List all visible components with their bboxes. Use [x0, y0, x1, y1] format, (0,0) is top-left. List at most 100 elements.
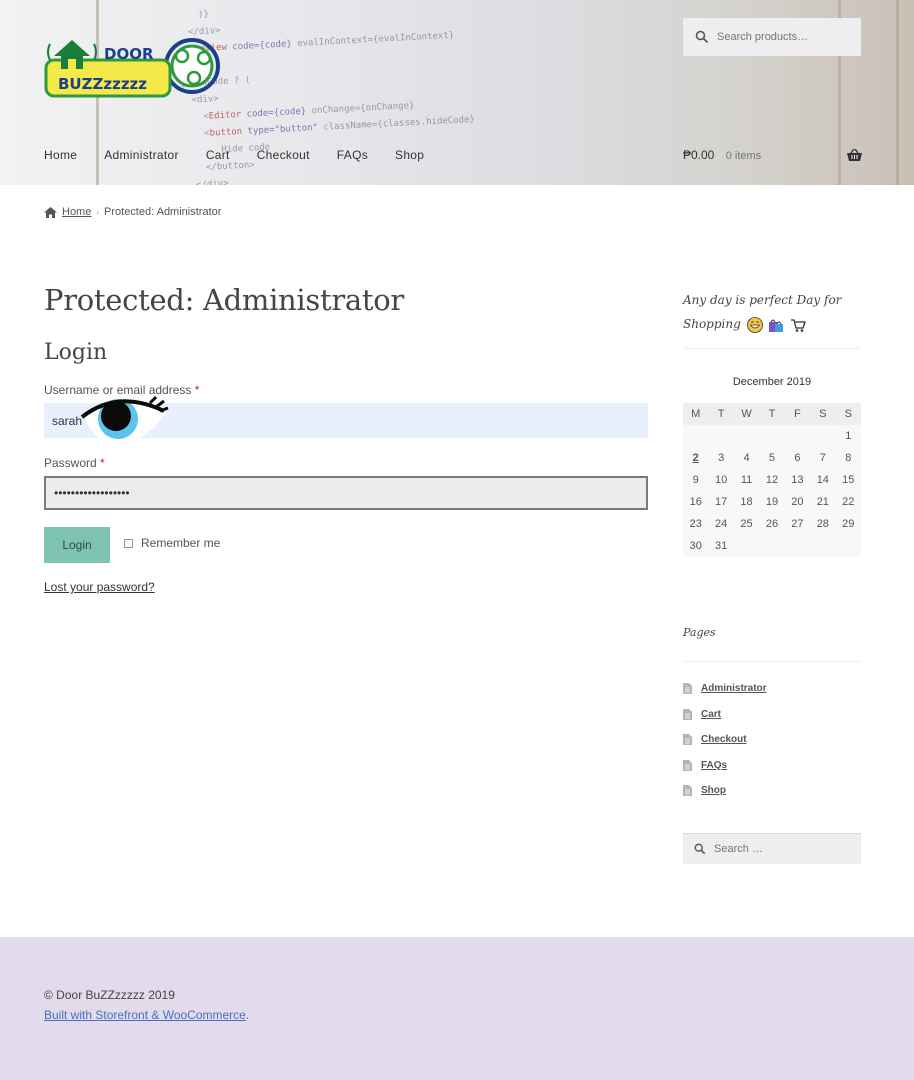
list-item: FAQs	[683, 753, 767, 779]
nav-home[interactable]: Home	[44, 148, 77, 162]
document-icon	[683, 708, 692, 720]
calendar: M T W T F S S 1 2 3 4 5 6 7 8 9 10 11 12…	[683, 403, 861, 557]
logo-text-top: DOOR	[104, 45, 154, 63]
calendar-day-link[interactable]: 2	[683, 447, 709, 469]
nav-cart[interactable]: Cart	[206, 148, 230, 162]
calendar-day: 7	[810, 447, 836, 469]
breadcrumb-home-link[interactable]: Home	[62, 206, 91, 218]
sidebar-tagline: Any day is perfect Day for Shopping	[683, 288, 861, 336]
tagline-text: Any day is perfect Day for Shopping	[683, 293, 842, 331]
search-icon	[695, 30, 709, 44]
grinning-face-icon	[746, 316, 763, 333]
site-footer: © Door BuZZzzzzz 2019 Built with Storefr…	[0, 937, 914, 1080]
nav-faqs[interactable]: FAQs	[337, 148, 368, 162]
header-cart[interactable]: ₱0.00 0 items	[683, 148, 761, 162]
copyright-text: © Door BuZZzzzzz 2019	[44, 988, 175, 1002]
document-icon	[683, 785, 692, 797]
list-item: Shop	[683, 778, 767, 804]
calendar-weekday: M	[683, 403, 709, 425]
calendar-week: 9 10 11 12 13 14 15	[683, 469, 861, 491]
calendar-day: 20	[784, 491, 811, 513]
password-field[interactable]	[44, 476, 648, 510]
built-with: Built with Storefront & WooCommerce.	[44, 1008, 249, 1022]
calendar-day: 21	[810, 491, 836, 513]
nav-shop[interactable]: Shop	[395, 148, 424, 162]
required-marker: *	[194, 383, 200, 397]
calendar-day	[784, 535, 811, 557]
calendar-day: 1	[835, 425, 861, 447]
divider	[683, 348, 861, 349]
remember-me-checkbox[interactable]	[124, 538, 133, 548]
page-link-cart[interactable]: Cart	[701, 709, 721, 720]
logo-text-bottom: BUZZzzzzz	[58, 75, 147, 93]
basket-icon[interactable]	[847, 149, 862, 162]
document-icon	[683, 734, 692, 746]
list-item: Cart	[683, 702, 767, 728]
calendar-week: 23 24 25 26 27 28 29	[683, 513, 861, 535]
calendar-week: 16 17 18 19 20 21 22	[683, 491, 861, 513]
calendar-weekday: T	[708, 403, 734, 425]
calendar-weekday: W	[733, 403, 760, 425]
product-search[interactable]	[683, 18, 861, 56]
calendar-day: 23	[683, 513, 709, 535]
calendar-day	[759, 535, 785, 557]
calendar-weekday: T	[759, 403, 785, 425]
calendar-caption: December 2019	[732, 376, 812, 388]
product-search-input[interactable]	[717, 31, 857, 43]
calendar-day: 10	[708, 469, 734, 491]
page-link-administrator[interactable]: Administrator	[701, 683, 767, 694]
calendar-day: 12	[759, 469, 785, 491]
login-button[interactable]: Login	[44, 527, 110, 563]
page-link-faqs[interactable]: FAQs	[701, 760, 727, 771]
calendar-day: 25	[733, 513, 760, 535]
page-link-shop[interactable]: Shop	[701, 785, 726, 796]
calendar-day	[810, 535, 836, 557]
calendar-day: 29	[835, 513, 861, 535]
sidebar-search-input[interactable]	[714, 843, 854, 855]
login-heading: Login	[44, 340, 108, 365]
calendar-day: 18	[733, 491, 760, 513]
calendar-day: 28	[810, 513, 836, 535]
document-icon	[683, 759, 692, 771]
calendar-day: 16	[683, 491, 709, 513]
divider	[683, 661, 861, 662]
calendar-day: 22	[835, 491, 861, 513]
document-icon	[683, 683, 692, 695]
calendar-day	[733, 535, 760, 557]
remember-me[interactable]: Remember me	[124, 536, 220, 550]
built-with-link[interactable]: Built with Storefront & WooCommerce	[44, 1008, 246, 1022]
calendar-day: 14	[810, 469, 836, 491]
calendar-weekday: F	[784, 403, 811, 425]
calendar-day: 4	[733, 447, 760, 469]
search-icon	[694, 843, 706, 855]
calendar-day: 8	[835, 447, 861, 469]
cart-amount: ₱0.00	[683, 148, 715, 162]
calendar-day: 13	[784, 469, 811, 491]
site-logo[interactable]: DOOR BUZZzzzzz	[44, 26, 222, 104]
nav-administrator[interactable]: Administrator	[104, 148, 179, 162]
home-icon	[44, 206, 57, 218]
calendar-weekday: S	[810, 403, 836, 425]
page-link-checkout[interactable]: Checkout	[701, 734, 747, 745]
calendar-day	[759, 425, 785, 447]
calendar-day	[810, 425, 836, 447]
calendar-day: 31	[708, 535, 734, 557]
pages-widget-title: Pages	[683, 626, 716, 639]
calendar-day	[784, 425, 811, 447]
primary-navigation: Home Administrator Cart Checkout FAQs Sh…	[44, 148, 451, 162]
calendar-day: 15	[835, 469, 861, 491]
sidebar-search[interactable]	[683, 833, 861, 864]
shopping-cart-icon	[791, 318, 807, 332]
breadcrumb-current: Protected: Administrator	[104, 206, 222, 218]
calendar-day: 9	[683, 469, 709, 491]
calendar-week: 2 3 4 5 6 7 8	[683, 447, 861, 469]
eye-icon[interactable]	[80, 395, 172, 449]
calendar-week: 1	[683, 425, 861, 447]
calendar-day: 19	[759, 491, 785, 513]
calendar-day: 6	[784, 447, 811, 469]
pages-list: Administrator Cart Checkout FAQs Shop	[683, 676, 767, 804]
lost-password-link[interactable]: Lost your password?	[44, 580, 155, 594]
remember-me-label: Remember me	[141, 536, 221, 550]
calendar-day: 24	[708, 513, 734, 535]
nav-checkout[interactable]: Checkout	[257, 148, 310, 162]
